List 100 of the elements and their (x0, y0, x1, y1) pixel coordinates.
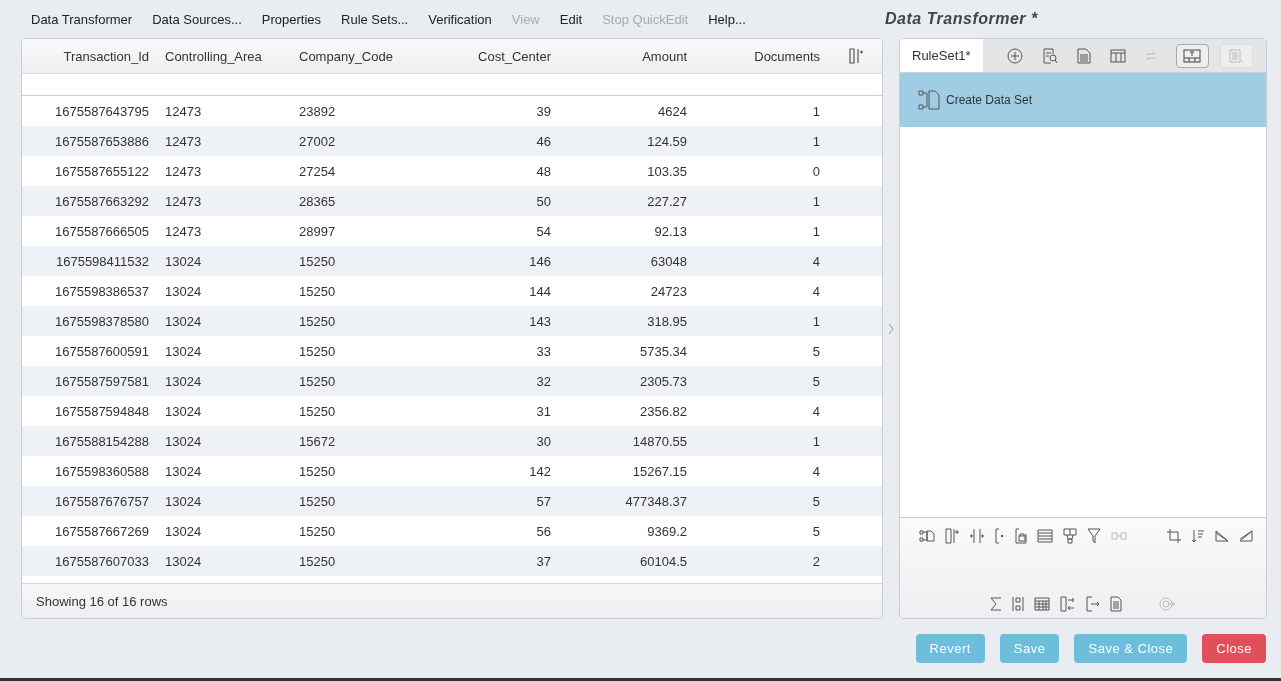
menu-item[interactable]: Data Transformer (31, 11, 133, 27)
search-document-icon[interactable] (1041, 47, 1058, 64)
sum-icon[interactable] (990, 597, 1002, 611)
table-cell: 1675587676757 (55, 493, 149, 509)
table-cell: 1675598411532 (55, 253, 149, 269)
table-icon[interactable] (1109, 48, 1126, 63)
table-cell: 15250 (299, 523, 336, 539)
resize-column-icon[interactable] (969, 528, 985, 544)
join-icon[interactable] (919, 529, 935, 543)
table-cell: 143 (529, 313, 551, 329)
column-header[interactable]: Company_Code (299, 48, 393, 64)
table-cell: 9369.2 (647, 523, 687, 539)
text-table-icon (1183, 48, 1202, 63)
data-set-icon (918, 90, 940, 110)
table-cell: 1 (812, 193, 820, 209)
table-cell: 12473 (165, 133, 202, 149)
table-cell: 15250 (299, 373, 336, 389)
add-column-icon[interactable] (945, 528, 959, 544)
table-cell: 1675598378580 (55, 313, 149, 329)
table-cell: 15250 (299, 463, 336, 479)
table-cell: 48 (536, 163, 551, 179)
table-cell: 31 (536, 403, 551, 419)
table-cell: 146 (529, 253, 551, 269)
column-move-icon[interactable] (1060, 596, 1076, 612)
table-cell: 4 (812, 283, 820, 299)
menu-item[interactable]: Verification (428, 11, 492, 27)
table-cell: 13024 (165, 373, 202, 389)
table-cell: 144 (529, 283, 551, 299)
table-cell: 1675587594848 (55, 403, 149, 419)
rule-set-tab[interactable]: RuleSet1* (900, 39, 983, 72)
table-cell: 12473 (165, 193, 202, 209)
table-cell: 477348.37 (625, 493, 687, 509)
table-cell: 1 (812, 223, 820, 239)
column-header[interactable]: Controlling_Area (165, 48, 262, 64)
table-cell: 0 (812, 163, 820, 179)
table-cell: 1675598360588 (55, 463, 149, 479)
table-cell: 1675587607033 (55, 553, 149, 569)
table-cell: 1 (812, 433, 820, 449)
descending-ramp-icon[interactable] (1215, 530, 1229, 542)
table-cell: 15250 (299, 553, 336, 569)
lock-column-icon[interactable] (1015, 528, 1027, 544)
table-cell: 37 (536, 553, 551, 569)
table-cell: 33 (536, 343, 551, 359)
column-header[interactable]: Documents (754, 48, 820, 64)
table-cell: 63048 (650, 253, 687, 269)
table-cell: 15250 (299, 403, 336, 419)
table-cell: 2 (812, 553, 820, 569)
add-icon[interactable] (1006, 47, 1023, 64)
document-icon[interactable] (1110, 596, 1122, 612)
table-cell: 23892 (299, 103, 336, 119)
table-cell: 15250 (299, 343, 336, 359)
table-cell: 1675587643795 (55, 103, 149, 119)
table-cell: 318.95 (647, 313, 687, 329)
crop-icon[interactable] (1167, 529, 1181, 543)
menu-item[interactable]: Rule Sets... (341, 11, 409, 27)
sort-icon[interactable] (1191, 529, 1205, 543)
table-cell: 1675588154288 (55, 433, 149, 449)
table-cell: 12473 (165, 163, 202, 179)
table-cell: 1 (812, 103, 820, 119)
table-cell: 1675587655122 (55, 163, 149, 179)
table-cell: 46 (536, 133, 551, 149)
table-cell: 1675587653886 (55, 133, 149, 149)
table-cell: 56 (536, 523, 551, 539)
column-picker-icon[interactable] (849, 48, 863, 64)
grid-icon[interactable] (1034, 597, 1050, 611)
table-cell: 4 (812, 253, 820, 269)
table-cell: 54 (536, 223, 551, 239)
table-cell: 1675587600591 (55, 343, 149, 359)
menu-item[interactable]: Data Sources... (152, 11, 242, 27)
table-cell: 13024 (165, 433, 202, 449)
table-cell: 5 (812, 493, 820, 509)
rule-item[interactable]: Create Data Set (900, 73, 1266, 127)
table-cell: 5 (812, 373, 820, 389)
rows-icon[interactable] (1037, 529, 1053, 543)
menu-item[interactable]: Properties (261, 11, 321, 27)
column-header[interactable]: Cost_Center (478, 48, 551, 64)
menu-item[interactable]: Help... (708, 11, 746, 27)
action-button[interactable]: Close (1202, 634, 1266, 663)
table-cell: 1675598386537 (55, 283, 149, 299)
column-header[interactable]: Amount (642, 48, 687, 64)
table-cell: 13024 (165, 403, 202, 419)
table-cell: 32 (536, 373, 551, 389)
split-column-icon[interactable] (1012, 596, 1024, 612)
filter-icon[interactable] (1087, 528, 1101, 544)
table-cell: 28365 (299, 193, 336, 209)
document-icon[interactable] (1076, 47, 1091, 64)
column-header[interactable]: Transaction_Id (63, 48, 149, 64)
chevron-right-icon[interactable] (888, 322, 894, 335)
menu-item[interactable]: Edit (559, 11, 583, 27)
export-icon[interactable] (1086, 596, 1100, 612)
table-cell: 27002 (299, 133, 336, 149)
table-cell: 4 (812, 403, 820, 419)
text-table-button[interactable] (1175, 43, 1209, 68)
table-cell: 15672 (299, 433, 336, 449)
window-title: Data Transformer * (885, 10, 1038, 28)
table-cell: 5 (812, 343, 820, 359)
ascending-ramp-icon[interactable] (1239, 530, 1253, 542)
table-cell: 27254 (299, 163, 336, 179)
table-cell: 2305.73 (640, 373, 687, 389)
table-cell: 1675587597581 (55, 373, 149, 389)
